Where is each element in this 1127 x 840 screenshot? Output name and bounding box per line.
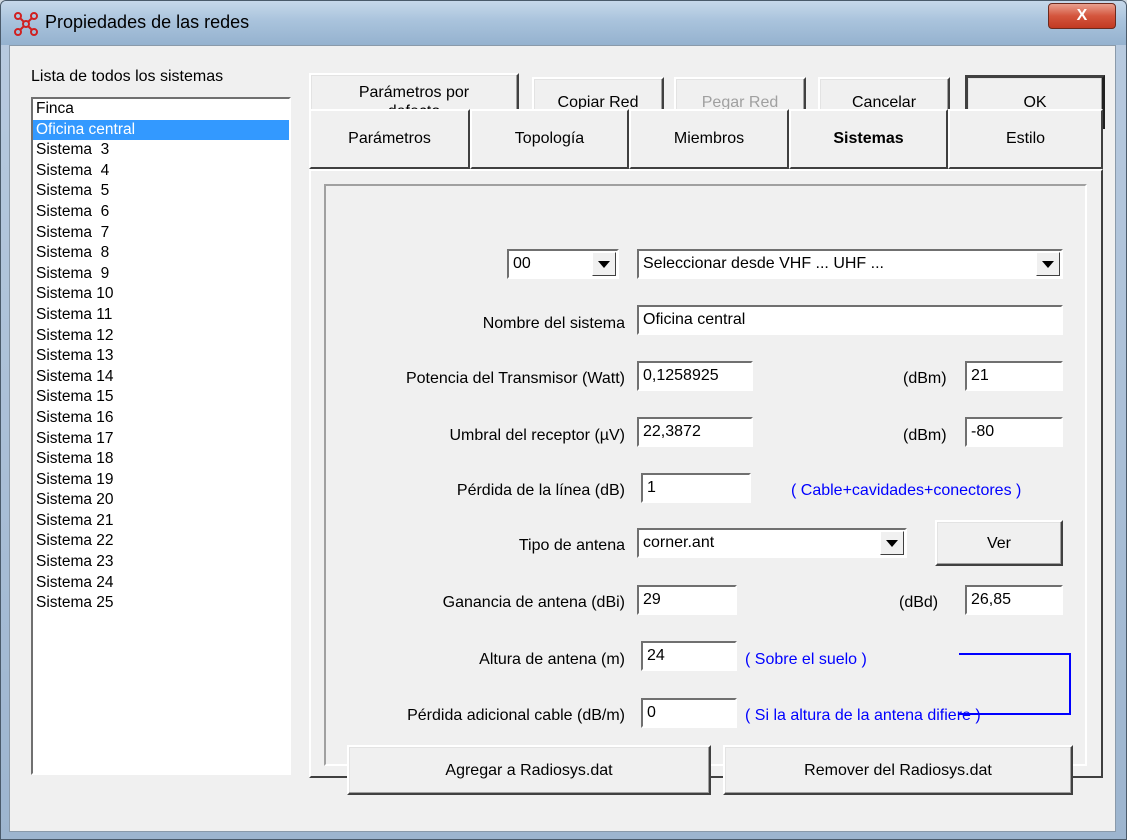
system-number-value: 00 (513, 255, 531, 272)
systems-list-label: Lista de todos los sistemas (31, 68, 224, 85)
list-item[interactable]: Sistema 5 (33, 181, 289, 202)
chevron-down-icon[interactable] (880, 531, 904, 555)
list-item[interactable]: Sistema 12 (33, 326, 289, 347)
antenna-type-dropdown[interactable]: corner.ant (637, 528, 907, 558)
antenna-gain-label: Ganancia de antena (dBi) (442, 594, 625, 611)
transmitter-power-label: Potencia del Transmisor (Watt) (405, 370, 625, 387)
antenna-type-label: Tipo de antena (518, 537, 625, 554)
extra-cable-loss-field[interactable]: 0 (641, 698, 737, 728)
list-item[interactable]: Sistema 24 (33, 573, 289, 594)
view-antenna-button[interactable]: Ver (935, 520, 1063, 566)
receiver-threshold-label: Umbral del receptor (µV) (449, 427, 626, 444)
transmitter-power-dbm-field[interactable]: 21 (965, 361, 1063, 391)
receiver-threshold-dbm-field[interactable]: -80 (965, 417, 1063, 447)
antenna-height-note: ( Sobre el suelo ) (745, 651, 867, 668)
list-item[interactable]: Sistema 11 (33, 305, 289, 326)
antenna-height-field[interactable]: 24 (641, 641, 737, 671)
remove-from-radiosys-button[interactable]: Remover del Radiosys.dat (723, 745, 1073, 795)
system-name-field[interactable]: Oficina central (637, 305, 1063, 335)
list-item[interactable]: Sistema 9 (33, 264, 289, 285)
list-item[interactable]: Sistema 3 (33, 140, 289, 161)
transmitter-dbm-label: (dBm) (903, 370, 947, 387)
list-item[interactable]: Sistema 8 (33, 243, 289, 264)
list-item[interactable]: Sistema 22 (33, 531, 289, 552)
system-name-label: Nombre del sistema (482, 315, 625, 332)
antenna-gain-dbd-label: (dBd) (899, 594, 939, 611)
add-to-radiosys-button[interactable]: Agregar a Radiosys.dat (347, 745, 711, 795)
tab-topology[interactable]: Topología (470, 109, 629, 169)
chevron-down-icon[interactable] (592, 252, 616, 276)
list-item[interactable]: Sistema 17 (33, 429, 289, 450)
list-item[interactable]: Sistema 15 (33, 387, 289, 408)
line-loss-note: ( Cable+cavidades+conectores ) (791, 482, 1022, 499)
list-item[interactable]: Sistema 13 (33, 346, 289, 367)
band-select-dropdown[interactable]: Seleccionar desde VHF ... UHF ... (637, 249, 1063, 279)
list-item[interactable]: Sistema 23 (33, 552, 289, 573)
extra-cable-loss-label: Pérdida adicional cable (dB/m) (407, 707, 625, 724)
extra-cable-loss-note: ( Si la altura de la antena difiere ) (745, 707, 981, 724)
receiver-dbm-label: (dBm) (903, 427, 947, 444)
list-item[interactable]: Sistema 20 (33, 490, 289, 511)
list-item[interactable]: Sistema 21 (33, 511, 289, 532)
receiver-threshold-uv-field[interactable]: 22,3872 (637, 417, 753, 447)
list-item[interactable]: Sistema 19 (33, 470, 289, 491)
list-item[interactable]: Sistema 18 (33, 449, 289, 470)
list-item[interactable]: Sistema 10 (33, 284, 289, 305)
list-item[interactable]: Sistema 14 (33, 367, 289, 388)
list-item[interactable]: Sistema 7 (33, 223, 289, 244)
band-select-value: Seleccionar desde VHF ... UHF ... (643, 255, 884, 272)
tab-systems[interactable]: Sistemas (789, 109, 948, 169)
systems-list[interactable]: Finca Oficina central Sistema 3 Sistema 4 Si… (31, 97, 291, 775)
line-loss-label: Pérdida de la línea (dB) (456, 482, 625, 499)
network-properties-window: Propiedades de las redes X Lista de todo… (0, 0, 1127, 840)
list-item[interactable]: Oficina central (33, 119, 289, 141)
antenna-type-value: corner.ant (643, 534, 715, 551)
antenna-gain-dbd-field[interactable]: 26,85 (965, 585, 1063, 615)
list-item[interactable]: Finca (33, 99, 289, 120)
chevron-down-icon[interactable] (1036, 252, 1060, 276)
list-item[interactable]: Sistema 25 (33, 593, 289, 614)
line-loss-field[interactable]: 1 (641, 473, 751, 503)
window-title: Propiedades de las redes (45, 12, 250, 32)
network-app-icon (14, 12, 38, 36)
list-item[interactable]: Sistema 4 (33, 161, 289, 182)
list-item[interactable]: Sistema 16 (33, 408, 289, 429)
antenna-height-label: Altura de antena (m) (479, 651, 625, 668)
default-parameters-line1: Parámetros por (358, 84, 470, 101)
tab-members[interactable]: Miembros (629, 109, 789, 169)
system-number-dropdown[interactable]: 00 (507, 249, 619, 279)
title-bar[interactable]: Propiedades de las redes X (1, 1, 1126, 45)
transmitter-power-watt-field[interactable]: 0,1258925 (637, 361, 753, 391)
list-item[interactable]: Sistema 6 (33, 202, 289, 223)
tab-style[interactable]: Estilo (948, 109, 1103, 169)
height-bracket-line (959, 653, 1071, 715)
tab-parameters[interactable]: Parámetros (309, 109, 470, 169)
close-button[interactable]: X (1048, 3, 1116, 29)
antenna-gain-dbi-field[interactable]: 29 (637, 585, 737, 615)
